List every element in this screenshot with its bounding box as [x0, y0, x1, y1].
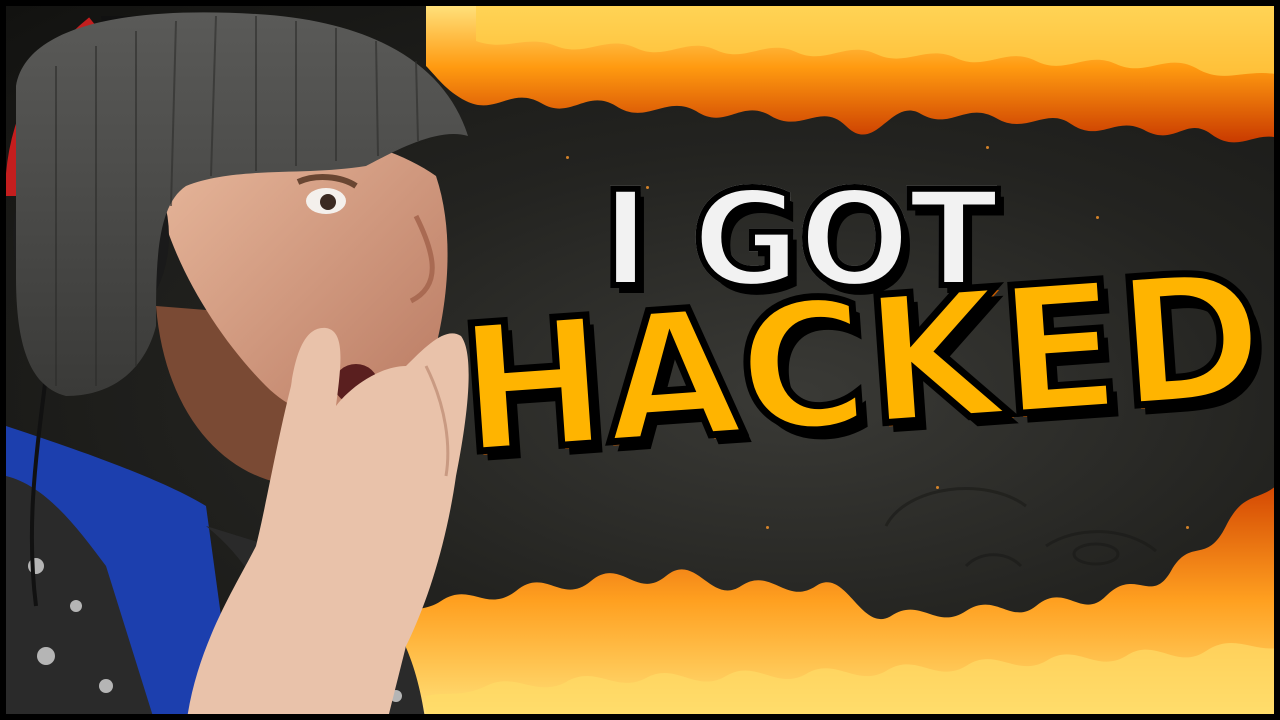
headline: I GOT HACKED: [436, 156, 1274, 556]
thumbnail-frame: I GOT HACKED: [0, 0, 1280, 720]
headline-line-2: HACKED: [449, 230, 1272, 498]
